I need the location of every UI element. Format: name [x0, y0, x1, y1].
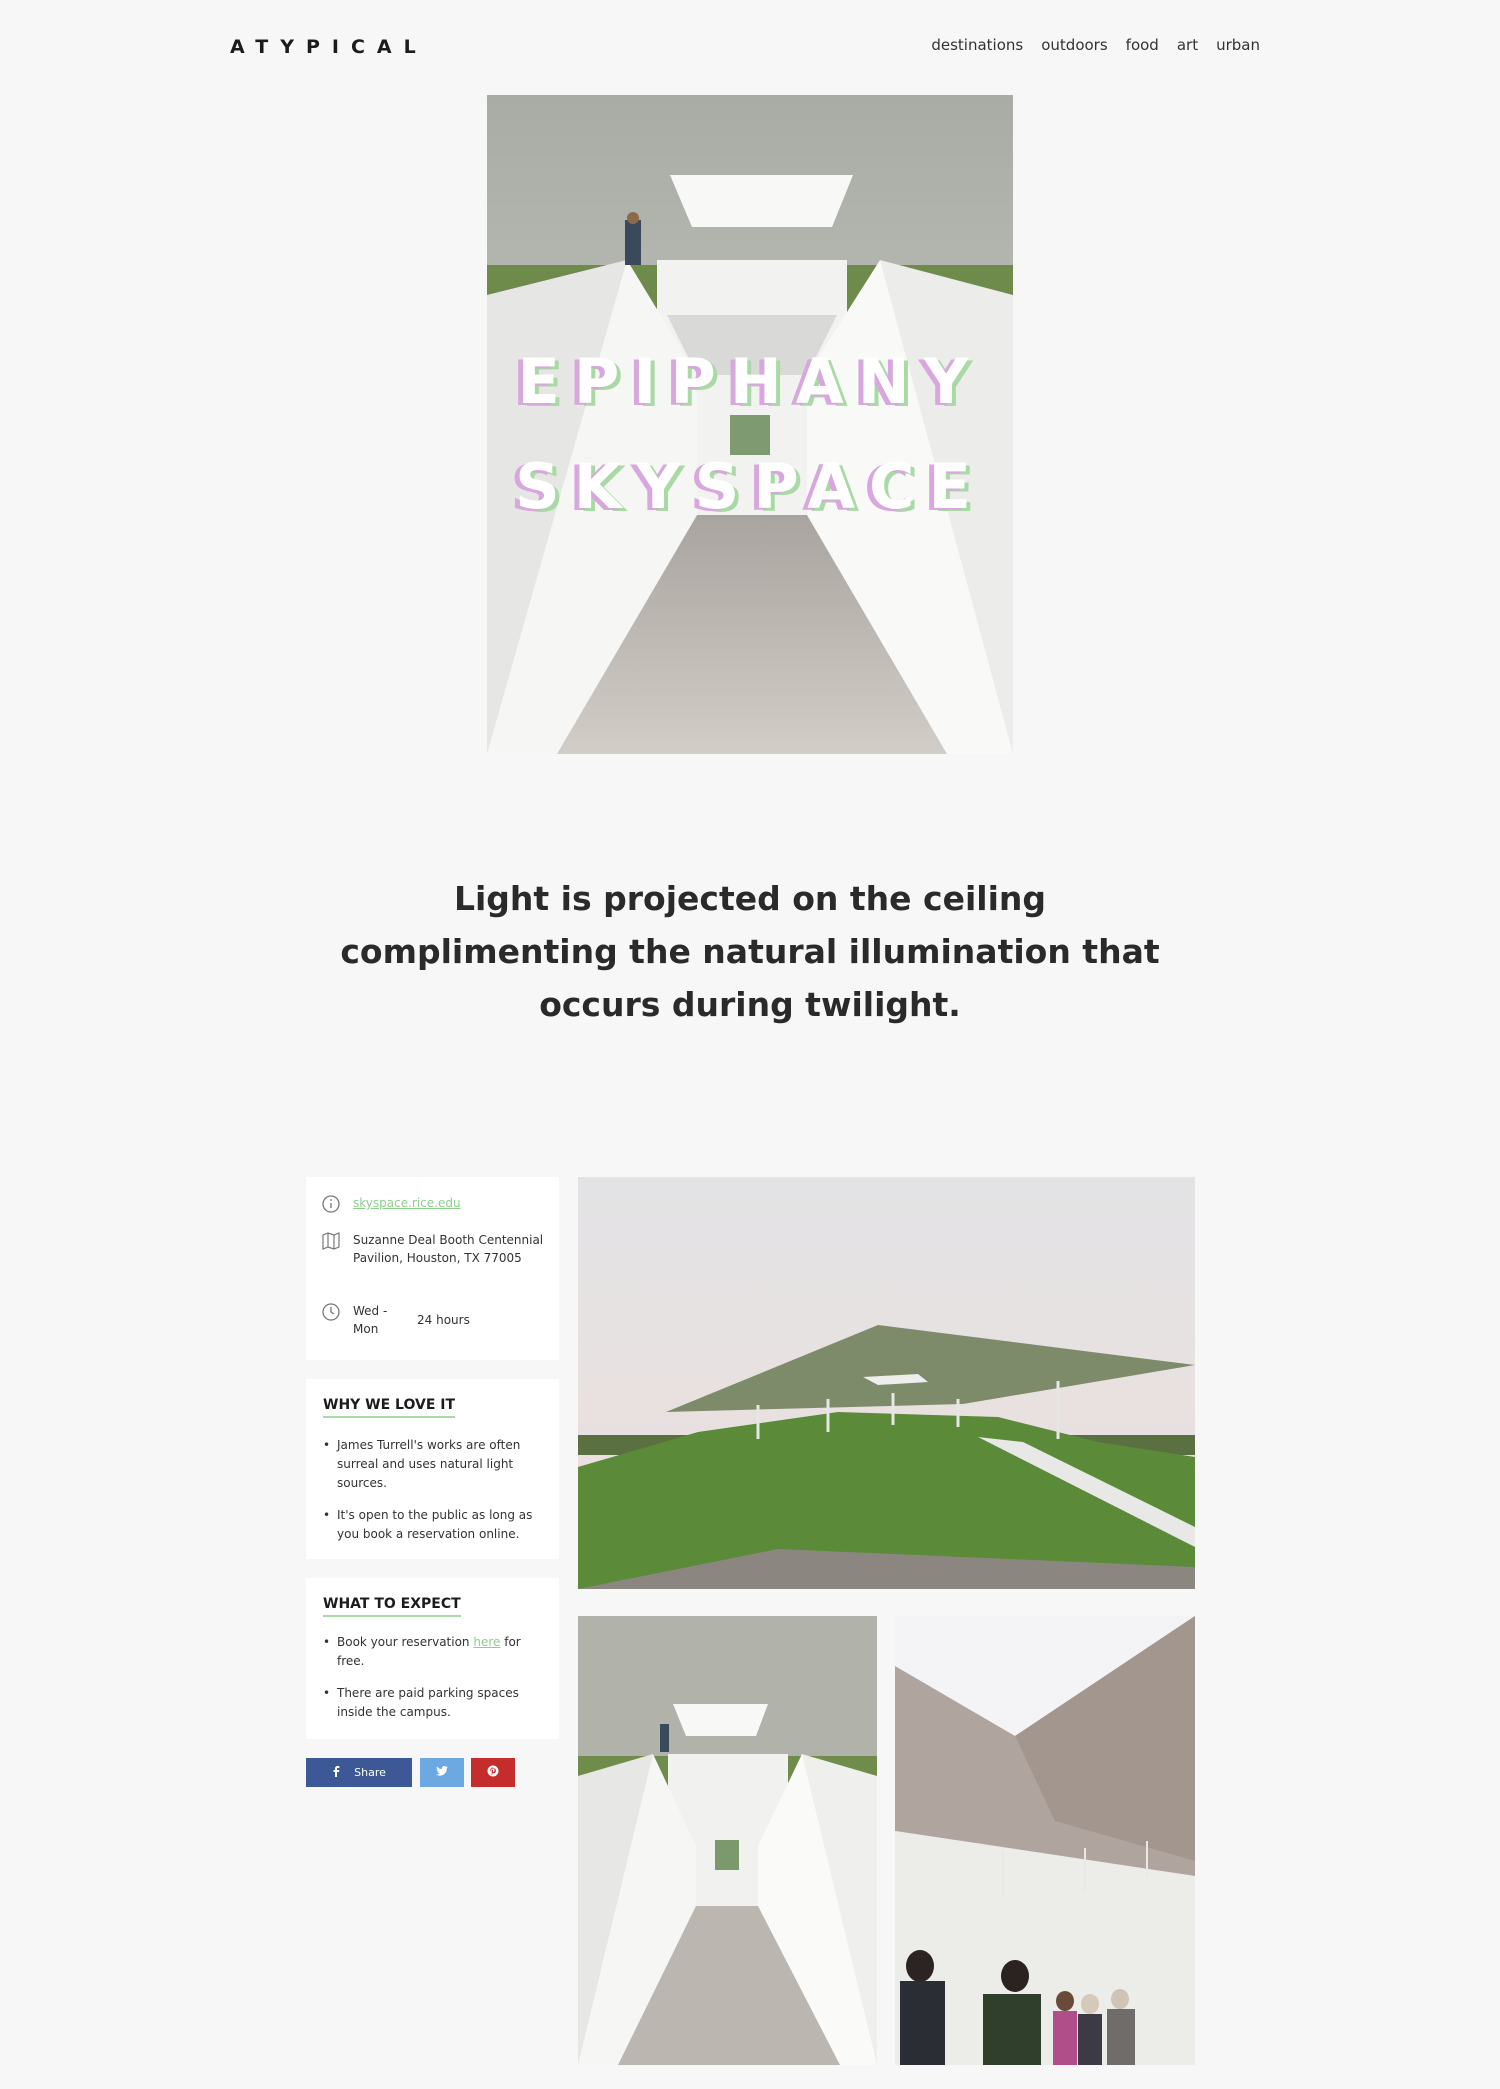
- facebook-share-button[interactable]: Share: [306, 1758, 412, 1787]
- site-logo[interactable]: ATYPICAL: [230, 36, 428, 58]
- main-nav: destinations outdoors food art urban: [931, 36, 1260, 54]
- facebook-icon: [332, 1765, 340, 1780]
- address-text: Suzanne Deal Booth Centennial Pavilion, …: [353, 1233, 544, 1265]
- nav-food[interactable]: food: [1126, 36, 1159, 54]
- map-icon: [321, 1231, 341, 1251]
- reservation-link[interactable]: here: [473, 1635, 500, 1649]
- crowd-photo: [895, 1616, 1195, 2065]
- nav-art[interactable]: art: [1177, 36, 1198, 54]
- hero-title-line1: EPIPHANY: [517, 345, 983, 418]
- why-list: James Turrell's works are often surreal …: [323, 1436, 545, 1557]
- expect-item1-text: Book your reservation: [337, 1635, 474, 1649]
- hero-image: EPIPHANY SKYSPACE: [487, 95, 1013, 754]
- what-to-expect-card: WHAT TO EXPECT Book your reservation her…: [306, 1578, 559, 1739]
- nav-urban[interactable]: urban: [1216, 36, 1260, 54]
- days-text: Wed - Mon: [353, 1304, 388, 1336]
- hours-text: 24 hours: [417, 1313, 470, 1327]
- twitter-icon: [436, 1766, 448, 1779]
- list-item: James Turrell's works are often surreal …: [323, 1436, 545, 1493]
- corridor-photo: [578, 1616, 877, 2065]
- pinterest-share-button[interactable]: [471, 1758, 515, 1787]
- why-heading: WHY WE LOVE IT: [323, 1397, 456, 1418]
- nav-outdoors[interactable]: outdoors: [1041, 36, 1107, 54]
- info-card: skyspace.rice.edu Suzanne Deal Booth Cen…: [306, 1177, 559, 1360]
- hours-row: Wed - Mon 24 hours: [321, 1302, 470, 1338]
- hero-title-line2: SKYSPACE: [515, 450, 985, 523]
- expect-list: Book your reservation here for free. The…: [323, 1633, 545, 1735]
- website-row: skyspace.rice.edu: [321, 1194, 461, 1214]
- twitter-share-button[interactable]: [420, 1758, 464, 1787]
- pavilion-photo: [578, 1177, 1195, 1589]
- list-item: It's open to the public as long as you b…: [323, 1506, 545, 1544]
- info-icon: [321, 1194, 341, 1214]
- list-item: There are paid parking spaces inside the…: [323, 1684, 545, 1722]
- pull-quote: Light is projected on the ceiling compli…: [340, 879, 1160, 1024]
- pinterest-icon: [487, 1765, 499, 1780]
- why-we-love-it-card: WHY WE LOVE IT James Turrell's works are…: [306, 1379, 559, 1559]
- expect-heading: WHAT TO EXPECT: [323, 1596, 461, 1617]
- address-row: Suzanne Deal Booth Centennial Pavilion, …: [321, 1231, 546, 1267]
- hero-photo-corridor: [487, 95, 1013, 754]
- website-link[interactable]: skyspace.rice.edu: [353, 1194, 461, 1214]
- clock-icon: [321, 1302, 341, 1322]
- nav-destinations[interactable]: destinations: [931, 36, 1023, 54]
- facebook-share-label: Share: [354, 1766, 386, 1779]
- list-item: Book your reservation here for free.: [323, 1633, 545, 1671]
